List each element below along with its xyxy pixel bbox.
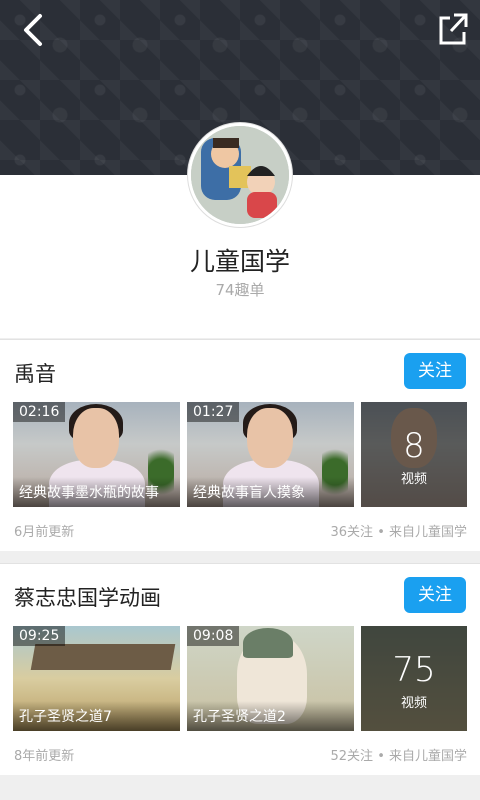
video-count-label: 视频 — [400, 472, 427, 487]
video-thumbnail[interactable]: 02:16 经典故事墨水瓶的故事 — [13, 402, 180, 507]
channel-title: 蔡志忠国学动画 — [14, 586, 161, 610]
video-count: 75 — [392, 650, 436, 690]
subscription-count: 74趣单 — [215, 281, 265, 299]
channel-meta: 36关注 • 来自儿童国学 — [330, 525, 467, 540]
video-duration: 09:08 — [187, 626, 240, 646]
channel-card[interactable]: 禹音 关注 02:16 经典故事墨水瓶的故事 01:27 经典故事盲人摸象 8 … — [0, 339, 480, 551]
video-duration: 09:25 — [13, 626, 66, 646]
video-count-label: 视频 — [400, 696, 427, 711]
channel-card[interactable]: 蔡志忠国学动画 关注 09:25 孔子圣贤之道7 09:08 孔子圣贤之道2 7… — [0, 563, 480, 775]
video-caption: 孔子圣贤之道7 — [13, 701, 180, 731]
external-link-icon[interactable] — [438, 12, 468, 46]
channel-meta: 52关注 • 来自儿童国学 — [330, 749, 467, 764]
follow-button[interactable]: 关注 — [404, 353, 466, 389]
channel-title: 禹音 — [14, 362, 56, 386]
video-count: 8 — [403, 426, 425, 466]
video-duration: 01:27 — [187, 402, 240, 422]
video-duration: 02:16 — [13, 402, 66, 422]
back-arrow-icon[interactable] — [14, 10, 54, 50]
video-caption: 经典故事墨水瓶的故事 — [13, 477, 180, 507]
follow-button[interactable]: 关注 — [404, 577, 466, 613]
video-caption: 孔子圣贤之道2 — [187, 701, 354, 731]
video-caption: 经典故事盲人摸象 — [187, 477, 354, 507]
video-thumbnails: 09:25 孔子圣贤之道7 09:08 孔子圣贤之道2 75 视频 — [13, 626, 467, 731]
video-thumbnails: 02:16 经典故事墨水瓶的故事 01:27 经典故事盲人摸象 8 视频 — [13, 402, 467, 507]
video-thumbnail[interactable]: 09:25 孔子圣贤之道7 — [13, 626, 180, 731]
more-videos-tile[interactable]: 8 视频 — [361, 402, 467, 507]
profile-name: 儿童国学 — [189, 247, 290, 276]
updated-time: 8年前更新 — [14, 749, 75, 764]
avatar — [188, 123, 292, 227]
more-videos-tile[interactable]: 75 视频 — [361, 626, 467, 731]
video-thumbnail[interactable]: 01:27 经典故事盲人摸象 — [187, 402, 354, 507]
updated-time: 6月前更新 — [14, 525, 75, 540]
video-thumbnail[interactable]: 09:08 孔子圣贤之道2 — [187, 626, 354, 731]
